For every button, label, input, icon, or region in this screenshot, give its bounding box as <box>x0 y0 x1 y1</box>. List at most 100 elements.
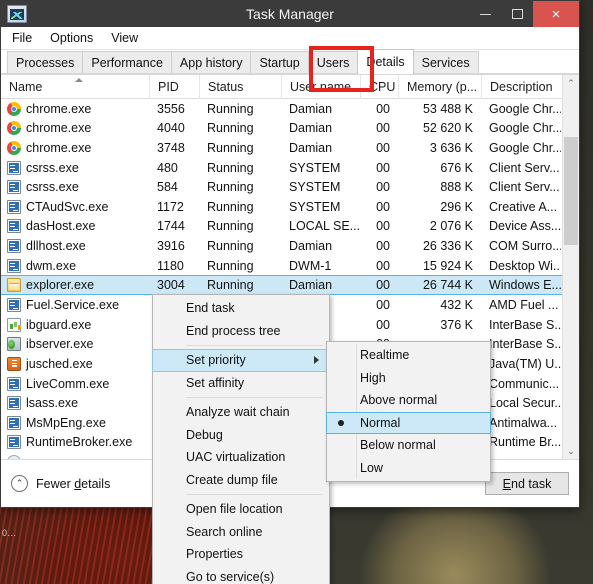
priority-menu-item[interactable]: Normal <box>326 411 491 434</box>
cell-user-name: Damian <box>289 278 333 293</box>
column-header-cpu[interactable]: CPU <box>360 74 398 99</box>
cell-user-name: SYSTEM <box>289 160 341 175</box>
tab-services[interactable]: Services <box>412 51 479 74</box>
context-menu-item[interactable]: End task <box>153 297 329 320</box>
cell-name: dasHost.exe <box>1 217 149 237</box>
window-controls: × <box>469 1 579 27</box>
priority-menu-item[interactable]: Below normal <box>327 434 490 457</box>
priority-menu-item-label: Low <box>360 460 383 475</box>
menu-item-view[interactable]: View <box>111 31 138 45</box>
menu-item-file[interactable]: File <box>12 31 32 45</box>
cell-name: MsMpEng.exe <box>1 413 149 433</box>
context-menu-item[interactable]: Set affinity <box>153 372 329 395</box>
column-header-pid[interactable]: PID <box>149 74 199 99</box>
close-button[interactable]: × <box>533 1 579 27</box>
table-row[interactable]: dasHost.exe 1744 Running LOCAL SE... 00 2 076… <box>1 217 579 237</box>
context-menu-item[interactable]: End process tree <box>153 320 329 343</box>
submenu-arrow-icon <box>314 356 319 365</box>
console-icon <box>7 376 21 391</box>
column-header-status[interactable]: Status <box>199 74 281 99</box>
priority-menu-item[interactable]: Above normal <box>327 389 490 412</box>
context-menu-separator <box>186 397 323 398</box>
context-menu-item[interactable]: UAC virtualization <box>153 446 329 469</box>
end-task-button[interactable]: End task <box>485 472 569 495</box>
cell-cpu: 00 <box>376 219 390 234</box>
table-row[interactable]: explorer.exe 3004 Running Damian 00 26 744 K W… <box>1 275 579 296</box>
column-header-name-label: Name <box>9 79 43 94</box>
console-icon <box>7 396 21 411</box>
cell-pid: 1180 <box>157 258 184 273</box>
priority-menu-item[interactable]: Low <box>327 457 490 480</box>
context-menu-item[interactable]: Go to service(s) <box>153 566 329 584</box>
tab-details[interactable]: Details <box>357 49 414 74</box>
tab-users[interactable]: Users <box>307 51 359 74</box>
table-row[interactable]: dllhost.exe 3916 Running Damian 00 26 336 K CO… <box>1 236 579 256</box>
table-row[interactable]: CTAudSvc.exe 1172 Running SYSTEM 00 296 K Crea… <box>1 197 579 217</box>
tab-processes[interactable]: Processes <box>7 51 84 74</box>
context-menu-item[interactable]: Set priority <box>152 349 330 372</box>
process-name-label: chrome.exe <box>26 101 92 116</box>
scroll-down-button[interactable]: ⌄ <box>563 443 579 460</box>
priority-menu-item[interactable]: Realtime <box>327 344 490 367</box>
context-menu-item-label: UAC virtualization <box>186 450 286 465</box>
console-icon <box>7 219 21 234</box>
cell-pid: 3004 <box>157 278 185 293</box>
tab-startup[interactable]: Startup <box>250 51 309 74</box>
cell-status: Running <box>207 180 254 195</box>
maximize-button[interactable] <box>501 1 533 27</box>
cell-pid: 3556 <box>157 101 185 116</box>
scrollbar-thumb[interactable] <box>564 137 578 245</box>
cell-description: Java(TM) U... <box>489 356 561 371</box>
table-row[interactable]: csrss.exe 480 Running SYSTEM 00 676 K Client S… <box>1 158 579 178</box>
column-header-user-name[interactable]: User name <box>281 74 360 99</box>
table-row[interactable]: csrss.exe 584 Running SYSTEM 00 888 K Client S… <box>1 177 579 197</box>
cell-cpu: 00 <box>376 298 390 313</box>
scroll-up-button[interactable]: ⌃ <box>563 75 579 92</box>
cell-memory: 296 K <box>440 199 473 214</box>
context-menu-item[interactable]: Create dump file <box>153 469 329 492</box>
context-menu-item[interactable]: Properties <box>153 543 329 566</box>
table-row[interactable]: chrome.exe 3748 Running Damian 00 3 636 K Goog… <box>1 138 579 158</box>
vertical-scrollbar[interactable]: ⌃ ⌄ <box>562 75 579 460</box>
context-menu-item[interactable]: Search online <box>153 521 329 544</box>
tab-performance[interactable]: Performance <box>82 51 172 74</box>
fewer-details-button[interactable]: ⌃ Fewer details <box>11 475 110 492</box>
minimize-button[interactable] <box>469 1 501 27</box>
priority-menu-item-label: Normal <box>360 415 401 430</box>
end-task-accesskey: E <box>502 476 512 491</box>
cell-cpu: 00 <box>376 101 390 116</box>
table-row[interactable]: dwm.exe 1180 Running DWM-1 00 15 924 K Desktop… <box>1 256 579 276</box>
process-name-label: chrome.exe <box>26 140 92 155</box>
table-row[interactable]: chrome.exe 3556 Running Damian 00 53 488 K Goo… <box>1 99 579 119</box>
context-menu-item[interactable]: Open file location <box>153 498 329 521</box>
cell-pid: 4040 <box>157 121 185 136</box>
cell-status: Running <box>207 101 254 116</box>
fewer-details-label: Fewer details <box>36 476 111 491</box>
process-name-label: CTAudSvc.exe <box>26 199 109 214</box>
context-menu-item-label: Analyze wait chain <box>186 405 290 420</box>
cell-name: csrss.exe <box>1 158 149 178</box>
cell-description: Client Serv... <box>489 160 560 175</box>
cell-description: Client Serv... <box>489 180 560 195</box>
cell-memory: 432 K <box>440 298 473 313</box>
priority-menu-item[interactable]: High <box>327 367 490 390</box>
cell-user-name: DWM-1 <box>289 258 332 273</box>
context-menu-item[interactable]: Debug <box>153 424 329 447</box>
set-priority-submenu: Realtime High Above normal Normal Below norm… <box>326 341 491 482</box>
context-menu-item-label: Go to service(s) <box>186 569 275 584</box>
cell-description: InterBase S... <box>489 337 561 352</box>
column-header-description[interactable]: Description <box>481 74 561 99</box>
cell-pid: 3916 <box>157 238 185 253</box>
menu-item-options[interactable]: Options <box>50 31 93 45</box>
cell-description: COM Surro... <box>489 238 561 253</box>
minimize-icon <box>479 13 491 15</box>
cell-name: CTAudSvc.exe <box>1 197 149 217</box>
process-name-label: Fuel.Service.exe <box>26 298 120 313</box>
cell-pid: 3748 <box>157 140 185 155</box>
cell-memory: 2 076 K <box>429 219 473 234</box>
context-menu-item[interactable]: Analyze wait chain <box>153 401 329 424</box>
tab-app-history[interactable]: App history <box>170 51 252 74</box>
column-header-name[interactable]: Name <box>1 75 149 99</box>
table-row[interactable]: chrome.exe 4040 Running Damian 00 52 620 K Goo… <box>1 119 579 139</box>
column-header-memory[interactable]: Memory (p... <box>398 74 481 99</box>
